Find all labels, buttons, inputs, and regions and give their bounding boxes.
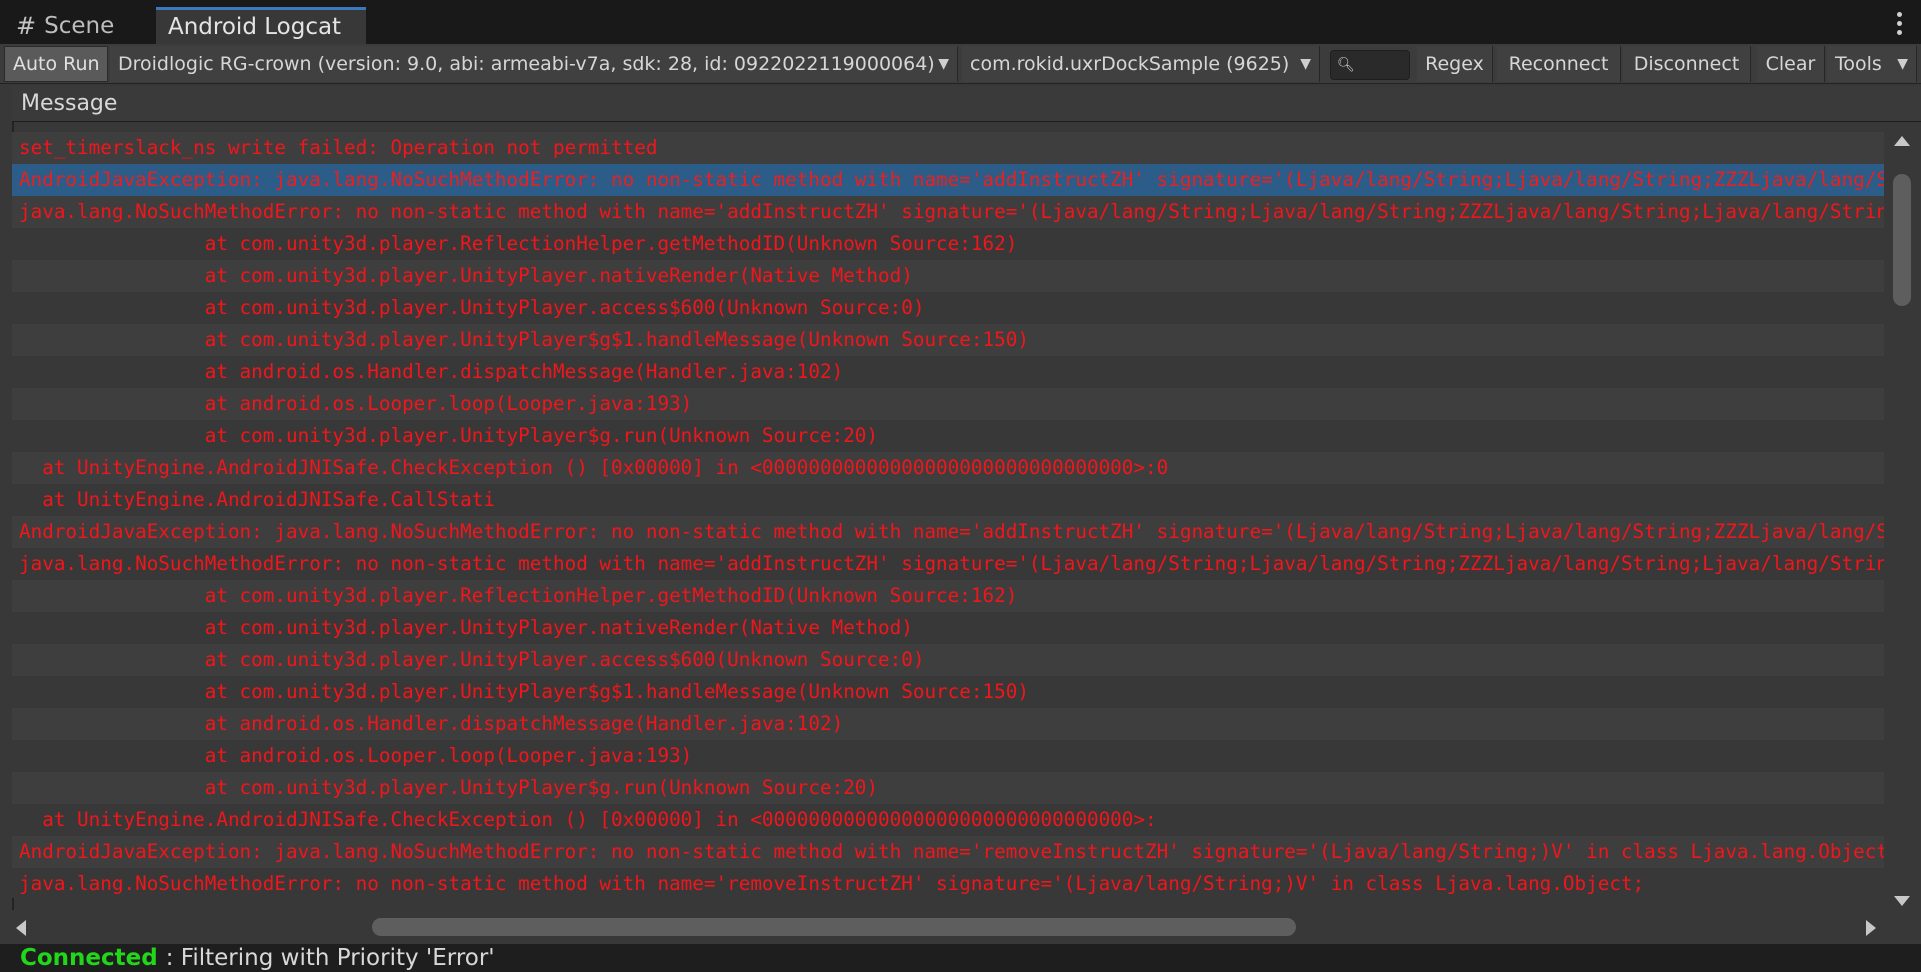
log-row[interactable]: at android.os.Handler.dispatchMessage(Ha…: [12, 356, 1884, 388]
tools-label: Tools: [1835, 53, 1882, 75]
log-row[interactable]: at UnityEngine.AndroidJNISafe.CheckExcep…: [12, 452, 1884, 484]
log-row[interactable]: at com.unity3d.player.UnityPlayer.native…: [12, 260, 1884, 292]
log-row[interactable]: at android.os.Handler.dispatchMessage(Ha…: [12, 708, 1884, 740]
tools-dropdown[interactable]: Tools ▼: [1827, 46, 1917, 82]
vertical-scrollbar[interactable]: [1886, 132, 1921, 910]
log-row[interactable]: at android.os.Looper.loop(Looper.java:19…: [12, 388, 1884, 420]
log-row[interactable]: set_timerslack_ns write failed: Operatio…: [12, 132, 1884, 164]
search-input[interactable]: [1358, 57, 1399, 73]
auto-run-toggle[interactable]: Auto Run: [4, 46, 108, 82]
package-dropdown[interactable]: com.rokid.uxrDockSample (9625) ▼: [962, 46, 1320, 82]
package-label: com.rokid.uxrDockSample (9625): [970, 53, 1290, 75]
log-row[interactable]: java.lang.NoSuchMethodError: no non-stat…: [12, 548, 1884, 580]
log-row[interactable]: AndroidJavaException: java.lang.NoSuchMe…: [12, 836, 1884, 868]
grid-icon: #: [16, 12, 37, 40]
scroll-left-icon[interactable]: [16, 920, 26, 936]
chevron-down-icon: ▼: [1897, 56, 1908, 72]
scroll-right-icon[interactable]: [1866, 920, 1876, 936]
log-row[interactable]: AndroidJavaException: java.lang.NoSuchMe…: [12, 516, 1884, 548]
disconnect-button[interactable]: Disconnect: [1623, 46, 1751, 82]
logcat-toolbar: Auto Run Droidlogic RG-crown (version: 9…: [0, 44, 1921, 84]
vertical-scroll-thumb[interactable]: [1893, 174, 1911, 306]
scroll-down-icon[interactable]: [1894, 896, 1910, 906]
message-column-header[interactable]: Message: [12, 86, 1921, 122]
log-row[interactable]: at com.unity3d.player.UnityPlayer$g.run(…: [12, 772, 1884, 804]
log-row[interactable]: at com.unity3d.player.UnityPlayer.native…: [12, 612, 1884, 644]
search-field[interactable]: 🔍︎: [1330, 50, 1410, 80]
status-bar: Connected : Filtering with Priority 'Err…: [0, 944, 1921, 972]
device-label: Droidlogic RG-crown (version: 9.0, abi: …: [118, 53, 935, 75]
log-row[interactable]: at com.unity3d.player.ReflectionHelper.g…: [12, 580, 1884, 612]
log-row[interactable]: java.lang.NoSuchMethodError: no non-stat…: [12, 196, 1884, 228]
log-row[interactable]: at com.unity3d.player.UnityPlayer.access…: [12, 644, 1884, 676]
tab-bar: # Scene Android Logcat: [0, 0, 1921, 44]
scroll-up-icon[interactable]: [1894, 136, 1910, 146]
log-row[interactable]: at com.unity3d.player.UnityPlayer$g$1.ha…: [12, 324, 1884, 356]
log-row[interactable]: at android.os.Looper.loop(Looper.java:19…: [12, 740, 1884, 772]
tab-logcat-label: Android Logcat: [168, 14, 342, 40]
message-column-label: Message: [21, 91, 118, 116]
clear-button[interactable]: Clear: [1757, 46, 1825, 82]
tab-scene[interactable]: # Scene: [12, 8, 156, 44]
log-row[interactable]: at UnityEngine.AndroidJNISafe.CallStati: [12, 484, 1884, 516]
more-options-icon[interactable]: [1897, 12, 1903, 35]
reconnect-button[interactable]: Reconnect: [1497, 46, 1621, 82]
log-row[interactable]: java.lang.NoSuchMethodError: no non-stat…: [12, 868, 1884, 898]
filter-status: : Filtering with Priority 'Error': [165, 945, 495, 971]
tab-android-logcat[interactable]: Android Logcat: [156, 7, 366, 44]
log-row[interactable]: at com.unity3d.player.ReflectionHelper.g…: [12, 228, 1884, 260]
log-row[interactable]: at com.unity3d.player.UnityPlayer$g.run(…: [12, 420, 1884, 452]
device-dropdown[interactable]: Droidlogic RG-crown (version: 9.0, abi: …: [110, 46, 958, 82]
tab-scene-label: Scene: [44, 13, 115, 39]
horizontal-scroll-thumb[interactable]: [372, 918, 1296, 936]
search-icon: 🔍︎: [1337, 57, 1355, 73]
log-row[interactable]: at com.unity3d.player.UnityPlayer.access…: [12, 292, 1884, 324]
log-row[interactable]: AndroidJavaException: java.lang.NoSuchMe…: [12, 164, 1884, 196]
chevron-down-icon: ▼: [1300, 56, 1311, 72]
log-row[interactable]: at com.unity3d.player.UnityPlayer$g$1.ha…: [12, 676, 1884, 708]
regex-toggle[interactable]: Regex: [1417, 46, 1493, 82]
chevron-down-icon: ▼: [938, 56, 949, 72]
log-list[interactable]: set_timerslack_ns write failed: Operatio…: [12, 132, 1884, 898]
connection-status: Connected: [20, 945, 158, 971]
log-row[interactable]: at UnityEngine.AndroidJNISafe.CheckExcep…: [12, 804, 1884, 836]
horizontal-scrollbar[interactable]: [12, 912, 1884, 942]
